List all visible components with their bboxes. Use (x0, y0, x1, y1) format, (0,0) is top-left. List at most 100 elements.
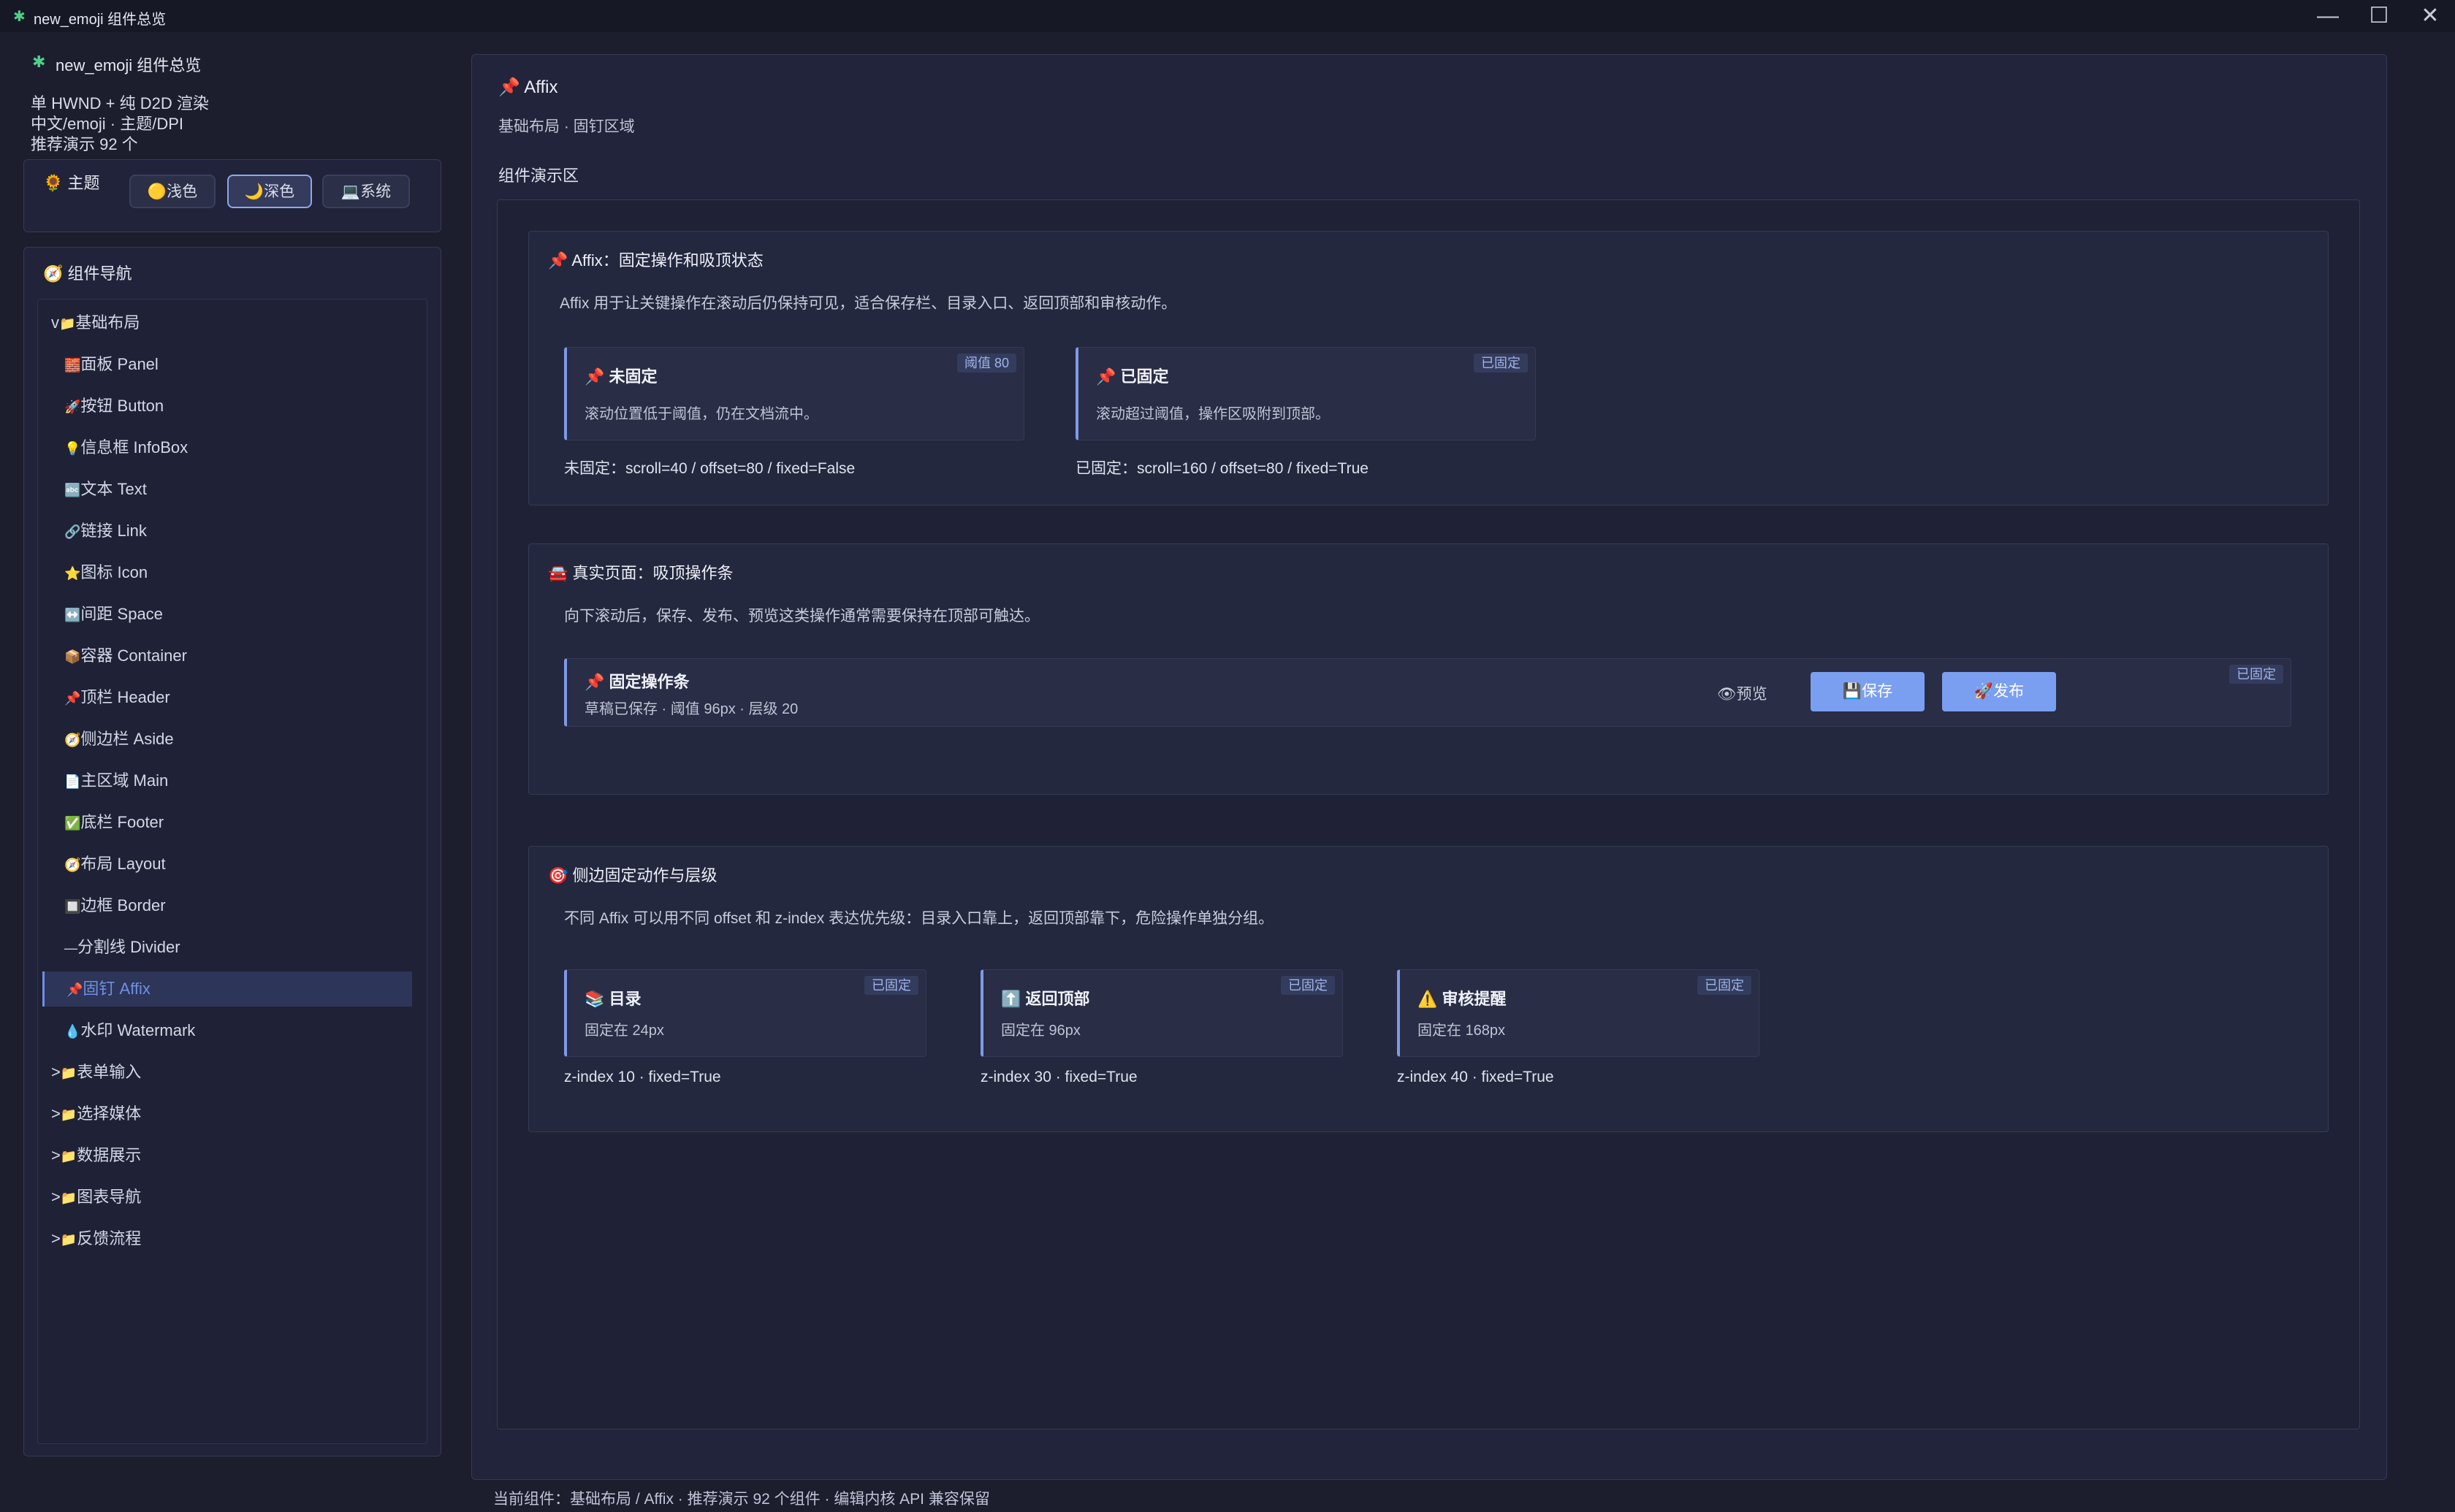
folder-icon: 📁 (59, 316, 76, 331)
demo-label: 组件演示区 (498, 167, 579, 185)
laptop-icon: 💻 (340, 183, 361, 200)
chevron-right-icon[interactable]: > (51, 1188, 61, 1206)
chevron-right-icon[interactable]: > (51, 1146, 61, 1164)
nav-item-label: 链接 Link (80, 522, 147, 540)
chevron-right-icon[interactable]: > (51, 1063, 61, 1081)
nav-item[interactable]: 📦容器 Container (38, 638, 427, 673)
component-icon: 📦 (64, 649, 81, 664)
theme-system-button[interactable]: 💻系统 (322, 175, 410, 208)
nav-item[interactable]: 🧭布局 Layout (38, 847, 427, 882)
component-icon: 🚀 (64, 400, 81, 414)
card-title: ⬆️ 返回顶部 (1001, 990, 1090, 1008)
nav-item[interactable]: 💡信息框 InfoBox (38, 430, 427, 465)
nav-item-label: 边框 Border (80, 896, 166, 915)
component-icon: 💡 (64, 441, 81, 456)
folder-icon: 📁 (60, 1066, 77, 1080)
car-icon: 🚘 (548, 564, 568, 582)
component-icon: — (64, 941, 77, 955)
unfixed-card: 📌 未固定 滚动位置低于阈值，仍在文档流中。 阈值 80 (564, 347, 1024, 440)
chevron-right-icon[interactable]: > (51, 1229, 61, 1248)
theme-card: 🌻 主题 🟡浅色 🌙深色 💻系统 (23, 159, 441, 232)
nav-item[interactable]: 🧱面板 Panel (38, 347, 427, 382)
nav-item[interactable]: ↔️间距 Space (38, 597, 427, 632)
theme-dark-button[interactable]: 🌙深色 (227, 175, 312, 208)
nav-item[interactable]: ⭐图标 Icon (38, 555, 427, 590)
nav-item[interactable]: ✅底栏 Footer (38, 805, 427, 840)
nav-item[interactable]: 🚀按钮 Button (38, 389, 427, 424)
bar-desc: 草稿已保存 · 阈值 96px · 层级 20 (585, 701, 799, 717)
app-title: new_emoji 组件总览 (56, 56, 202, 75)
pin-icon: 📌 (498, 77, 520, 97)
nav-group[interactable]: v📁基础布局 (38, 305, 427, 340)
close-button[interactable]: ✕ (2407, 3, 2454, 29)
nav-item[interactable]: 📌顶栏 Header (38, 680, 427, 715)
warning-icon: ⚠️ (1417, 990, 1438, 1008)
toc-card: 📚 目录 固定在 24px 已固定 (564, 969, 926, 1057)
unfixed-caption: 未固定：scroll=40 / offset=80 / fixed=False (564, 460, 856, 477)
nav-item-label: 面板 Panel (80, 355, 159, 373)
nav-group[interactable]: >📁选择媒体 (38, 1096, 427, 1131)
page-title: 📌 Affix (498, 77, 558, 97)
section-title: 📌 Affix：固定操作和吸顶状态 (548, 251, 764, 270)
chevron-down-icon[interactable]: v (51, 313, 59, 332)
nav-item[interactable]: 🔤文本 Text (38, 472, 427, 507)
nav-item-label: 按钮 Button (80, 397, 164, 415)
nav-group[interactable]: >📁图表导航 (38, 1180, 427, 1215)
rocket-icon: 🚀 (1973, 683, 1994, 700)
nav-item[interactable]: 🔲边框 Border (38, 888, 427, 923)
nav-item-label: 图标 Icon (80, 563, 148, 581)
compass-icon: 🧭 (43, 264, 64, 283)
status-bar: 当前组件：基础布局 / Affix · 推荐演示 92 个组件 · 编辑内核 A… (493, 1491, 990, 1508)
nav-item[interactable]: 🔗链接 Link (38, 513, 427, 549)
nav-item-label: 分割线 Divider (77, 938, 180, 956)
nav-item-label: 顶栏 Header (80, 688, 170, 706)
preview-button[interactable]: 👁预览 (1717, 682, 1767, 704)
theme-light-button[interactable]: 🟡浅色 (129, 175, 216, 208)
nav-item[interactable]: 🧭侧边栏 Aside (38, 722, 427, 757)
nav-item-label: 基础布局 (75, 313, 140, 332)
nav-item[interactable]: 📌固钉 Affix (42, 971, 412, 1007)
component-icon: 📄 (64, 774, 81, 789)
moon-icon: 🌙 (244, 183, 264, 200)
title-bar: ✱ new_emoji 组件总览 — ☐ ✕ (0, 0, 2455, 32)
fixed-badge: 已固定 (1697, 976, 1751, 995)
component-icon: 📌 (66, 982, 83, 997)
page-subtitle: 基础布局 · 固钉区域 (498, 118, 635, 135)
chevron-right-icon[interactable]: > (51, 1104, 61, 1123)
demo-area: 📌 Affix：固定操作和吸顶状态 Affix 用于让关键操作在滚动后仍保持可见… (497, 199, 2360, 1429)
nav-item-label: 反馈流程 (77, 1229, 142, 1248)
nav-item-label: 主区域 Main (80, 771, 169, 790)
maximize-button[interactable]: ☐ (2356, 3, 2402, 29)
fixed-badge: 已固定 (864, 976, 918, 995)
nav-item-label: 间距 Space (80, 605, 163, 623)
nav-item-label: 表单输入 (77, 1063, 142, 1081)
nav-group[interactable]: >📁反馈流程 (38, 1221, 427, 1256)
nav-item-label: 选择媒体 (77, 1104, 142, 1123)
component-icon: ↔️ (64, 608, 81, 622)
publish-button[interactable]: 🚀发布 (1942, 672, 2056, 711)
pin-icon: 📌 (585, 367, 605, 386)
nav-item[interactable]: 💧水印 Watermark (38, 1013, 427, 1048)
theme-label: 🌻 主题 (43, 174, 100, 192)
card-desc: 固定在 24px (585, 1023, 664, 1039)
nav-group[interactable]: >📁数据展示 (38, 1138, 427, 1173)
nav-item[interactable]: —分割线 Divider (38, 930, 427, 965)
card-desc: 固定在 168px (1417, 1023, 1506, 1039)
save-button[interactable]: 💾保存 (1811, 672, 1925, 711)
target-icon: 🎯 (548, 866, 568, 885)
nav-item[interactable]: 📄主区域 Main (38, 763, 427, 798)
eye-icon: 👁 (1717, 686, 1737, 703)
folder-icon: 📁 (60, 1149, 77, 1164)
nav-group[interactable]: >📁表单输入 (38, 1055, 427, 1090)
component-icon: 🔲 (64, 899, 81, 914)
folder-icon: 📁 (60, 1191, 77, 1205)
section-title: 🚘 真实页面：吸顶操作条 (548, 564, 734, 582)
review-reminder-card: ⚠️ 审核提醒 固定在 168px 已固定 (1397, 969, 1759, 1057)
nav-item-label: 侧边栏 Aside (80, 730, 174, 748)
card-title: 📚 目录 (585, 990, 642, 1008)
nav-item-label: 信息框 InfoBox (80, 438, 189, 457)
minimize-button[interactable]: — (2304, 3, 2351, 29)
pin-icon: 📌 (548, 251, 568, 270)
main-panel: 📌 Affix 基础布局 · 固钉区域 组件演示区 📌 Affix：固定操作和吸… (471, 54, 2387, 1480)
component-icon: 🧱 (64, 358, 81, 373)
